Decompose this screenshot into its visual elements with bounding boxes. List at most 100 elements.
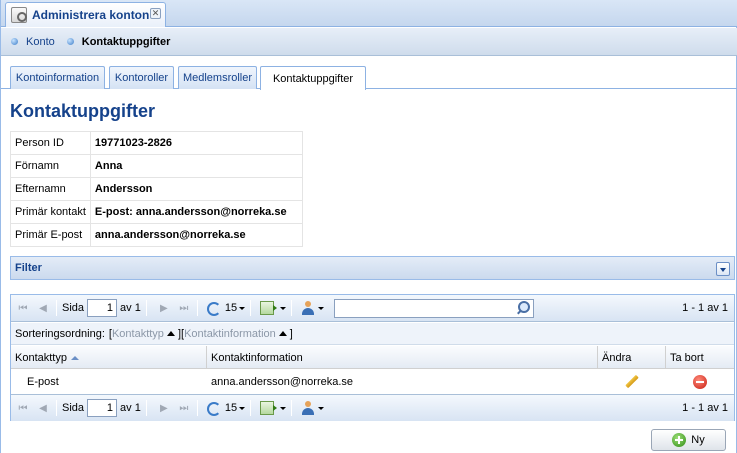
page-number-input[interactable] (87, 399, 118, 417)
tab-kontoroller[interactable]: Kontoroller (109, 66, 174, 89)
separator (56, 400, 57, 416)
column-header-label: Kontakttyp (15, 351, 67, 364)
separator (250, 300, 252, 316)
info-value: Andersson (89, 177, 303, 201)
column-header-label: Kontaktinformation (211, 351, 303, 364)
info-row: Primär E-post anna.andersson@norreka.se (10, 223, 303, 247)
paging-info: 1 - 1 av 1 (682, 402, 728, 414)
caret-down-icon (239, 406, 246, 410)
column-header-label: Ändra (602, 351, 632, 364)
cell-andra (598, 370, 666, 394)
sort-order-label: Sorteringsordning: (15, 327, 105, 340)
tab-kontaktuppgifter[interactable]: Kontaktuppgifter (260, 66, 366, 90)
page-label: Sida (62, 402, 85, 414)
app-tab-administrera-konton[interactable]: Administrera konton ✕ (5, 2, 166, 27)
export-icon[interactable] (260, 301, 278, 315)
page-size-value: 15 (224, 302, 238, 314)
column-header-ta-bort[interactable]: Ta bort (666, 346, 734, 369)
caret-down-icon[interactable] (280, 306, 287, 310)
chevron-down-icon[interactable] (716, 262, 730, 276)
search-input[interactable] (334, 299, 534, 318)
sort-asc-icon[interactable] (278, 331, 287, 336)
last-page-icon[interactable]: ⏭ (176, 400, 192, 416)
page-size-select[interactable]: 15 (224, 402, 246, 414)
caret-down-icon (239, 306, 246, 310)
info-row: Efternamn Andersson (10, 177, 303, 201)
sort-order-bar: Sorteringsordning: [ Kontakttyp ][ Konta… (11, 323, 734, 345)
sort-item-kontaktinformation[interactable]: Kontaktinformation (184, 328, 276, 340)
bracket: ] (289, 327, 293, 340)
separator (196, 400, 198, 416)
refresh-icon[interactable] (205, 300, 221, 316)
info-value: Anna (89, 154, 303, 178)
info-row: Primär kontakt E-post: anna.andersson@no… (10, 200, 303, 224)
tab-medlemsroller[interactable]: Medlemsroller (178, 66, 257, 89)
page-size-select[interactable]: 15 (224, 302, 246, 314)
caret-down-icon[interactable] (318, 306, 325, 310)
add-icon (672, 433, 687, 447)
export-icon[interactable] (260, 401, 278, 415)
bullet-icon (11, 38, 18, 45)
info-label: Primär E-post (10, 223, 91, 247)
page-size-value: 15 (224, 402, 238, 414)
info-label: Primär kontakt (10, 200, 91, 224)
info-label: Person ID (10, 131, 91, 155)
info-value: E-post: anna.andersson@norreka.se (89, 200, 303, 224)
info-label: Efternamn (10, 177, 91, 201)
sort-item-kontakttyp[interactable]: Kontakttyp (112, 328, 164, 340)
search-icon[interactable] (516, 300, 532, 316)
sort-asc-icon (70, 355, 79, 360)
refresh-icon[interactable] (205, 400, 221, 416)
column-header-andra[interactable]: Ändra (598, 346, 666, 369)
page-number-input[interactable] (87, 299, 118, 317)
app-window: Administrera konton ✕ Konto Kontaktuppgi… (0, 0, 737, 453)
paging-toolbar-top: ⏮ ◀ Sida av 1 ▶ ⏭ 15 1 - 1 av 1 (11, 295, 734, 322)
page-title: Kontaktuppgifter (10, 101, 155, 121)
cell-kontaktinformation: anna.andersson@norreka.se (211, 376, 354, 388)
filter-panel-header[interactable]: Filter (10, 256, 735, 280)
close-icon[interactable]: ✕ (150, 8, 161, 19)
caret-down-icon[interactable] (280, 406, 287, 410)
bullet-icon (66, 38, 74, 45)
next-page-icon[interactable]: ▶ (156, 400, 172, 416)
sort-asc-icon[interactable] (166, 331, 175, 336)
first-page-icon[interactable]: ⏮ (15, 400, 31, 416)
app-tab-strip: Administrera konton ✕ (1, 0, 737, 27)
next-page-icon[interactable]: ▶ (156, 300, 172, 316)
breadcrumb-item-current: Kontaktuppgifter (81, 35, 171, 48)
column-header-kontakttyp[interactable]: Kontakttyp (11, 346, 207, 369)
separator (250, 400, 252, 416)
page-of-label: av 1 (120, 302, 141, 314)
paging-toolbar-bottom: ⏮ ◀ Sida av 1 ▶ ⏭ 15 1 - 1 av 1 (11, 394, 734, 421)
delete-icon[interactable] (693, 375, 707, 389)
info-value: 19771023-2826 (89, 131, 303, 155)
table-row[interactable]: E-post anna.andersson@norreka.se (11, 370, 734, 394)
user-icon[interactable] (301, 301, 315, 315)
cell-kontakttyp: E-post (27, 376, 59, 388)
sub-tab-strip: Kontoinformation Kontoroller Medlemsroll… (1, 63, 737, 90)
tab-kontoinformation[interactable]: Kontoinformation (10, 66, 105, 89)
prev-page-icon[interactable]: ◀ (35, 300, 51, 316)
caret-down-icon[interactable] (318, 406, 325, 410)
separator (291, 300, 293, 316)
new-button[interactable]: Ny (651, 429, 726, 451)
last-page-icon[interactable]: ⏭ (176, 300, 192, 316)
user-icon[interactable] (301, 401, 315, 415)
column-header-label: Ta bort (670, 351, 704, 364)
prev-page-icon[interactable]: ◀ (35, 400, 51, 416)
settings-icon (11, 7, 27, 23)
breadcrumb: Konto Kontaktuppgifter (1, 28, 737, 56)
info-row: Person ID 19771023-2826 (10, 131, 303, 155)
first-page-icon[interactable]: ⏮ (15, 300, 31, 316)
edit-pencil-icon[interactable] (625, 375, 639, 389)
separator (145, 400, 147, 416)
separator (56, 300, 57, 316)
new-button-label: Ny (691, 434, 705, 446)
cell-ta-bort (666, 370, 734, 394)
breadcrumb-item-konto[interactable]: Konto (26, 36, 55, 48)
info-row: Förnamn Anna (10, 154, 303, 178)
paging-info: 1 - 1 av 1 (682, 302, 728, 314)
column-header-kontaktinformation[interactable]: Kontaktinformation (207, 346, 598, 369)
page-of-label: av 1 (120, 402, 141, 414)
separator (145, 300, 147, 316)
